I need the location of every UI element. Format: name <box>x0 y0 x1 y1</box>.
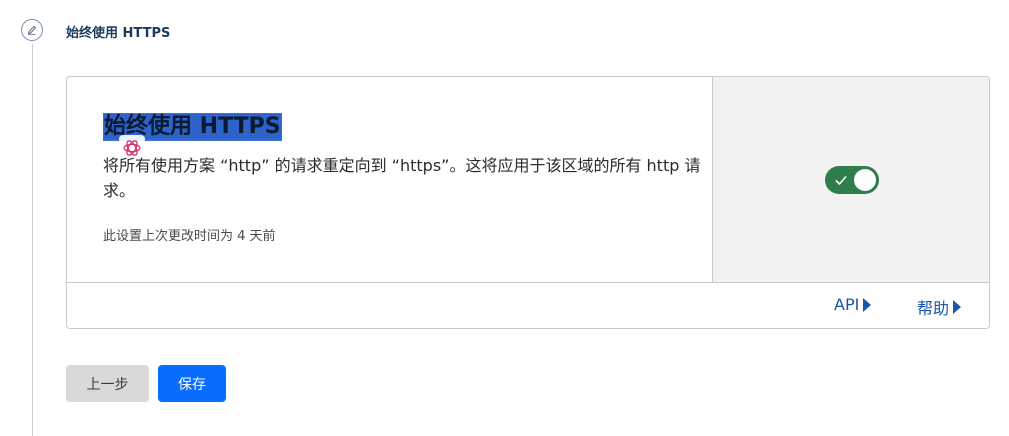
page: 始终使用 HTTPS 始终使用 HTTPS 将所有使用方案 “http” 的请求… <box>0 0 1009 436</box>
api-link[interactable]: API <box>834 295 872 314</box>
setting-info-panel: 始终使用 HTTPS 将所有使用方案 “http” 的请求重定向到 “https… <box>67 77 713 283</box>
api-link-label: API <box>834 295 860 314</box>
previous-step-button[interactable]: 上一步 <box>66 365 149 402</box>
step-timeline-line <box>32 44 33 436</box>
step-title: 始终使用 HTTPS <box>66 26 171 41</box>
setting-description: 将所有使用方案 “http” 的请求重定向到 “https”。这将应用于该区域的… <box>103 156 701 200</box>
pencil-icon <box>26 21 38 40</box>
save-button[interactable]: 保存 <box>158 365 226 402</box>
checkmark-icon <box>834 172 848 191</box>
setting-card: 始终使用 HTTPS 将所有使用方案 “http” 的请求重定向到 “https… <box>66 76 990 329</box>
setting-control-panel <box>713 77 989 283</box>
toggle-knob <box>854 169 876 191</box>
caret-right-icon <box>863 297 872 312</box>
step-indicator <box>21 19 43 41</box>
card-footer: API 帮助 <box>67 283 989 328</box>
help-link-label: 帮助 <box>917 299 950 318</box>
last-changed-text: 此设置上次更改时间为 4 天前 <box>103 229 276 244</box>
help-link[interactable]: 帮助 <box>917 295 962 319</box>
caret-right-icon <box>953 300 962 314</box>
https-toggle[interactable] <box>825 166 879 194</box>
